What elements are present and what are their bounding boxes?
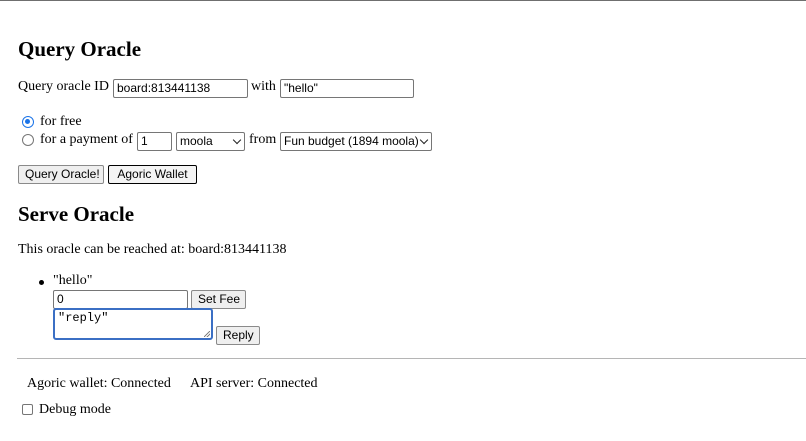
payment-label: for a payment of bbox=[40, 132, 133, 147]
reply-text: "reply" bbox=[58, 311, 109, 325]
from-label: from bbox=[249, 132, 277, 147]
free-label: for free bbox=[40, 114, 82, 129]
query-oracle-heading: Query Oracle bbox=[18, 37, 142, 61]
set-fee-button[interactable]: Set Fee bbox=[191, 290, 246, 309]
serve-oracle-heading: Serve Oracle bbox=[18, 202, 135, 226]
reach-text: This oracle can be reached at: board:813… bbox=[18, 242, 287, 257]
brand-select-value: moola bbox=[180, 134, 213, 148]
reply-textarea[interactable]: "reply" bbox=[53, 308, 213, 340]
api-status: API server: Connected bbox=[190, 376, 318, 391]
purse-select-value: Fun budget (1894 moola) bbox=[284, 134, 419, 148]
request-query-text: "hello" bbox=[53, 273, 93, 288]
fee-input[interactable]: 0 bbox=[53, 290, 188, 309]
amount-input[interactable]: 1 bbox=[137, 132, 172, 151]
reply-button[interactable]: Reply bbox=[216, 326, 260, 345]
divider bbox=[17, 358, 806, 359]
query-input[interactable]: "hello" bbox=[280, 79, 414, 98]
free-radio[interactable] bbox=[22, 116, 34, 128]
list-bullet bbox=[39, 280, 44, 285]
wallet-status: Agoric wallet: Connected bbox=[27, 376, 171, 391]
with-label: with bbox=[251, 79, 276, 94]
debug-checkbox[interactable] bbox=[22, 404, 33, 415]
query-oracle-button[interactable]: Query Oracle! bbox=[18, 165, 104, 184]
agoric-wallet-button[interactable]: Agoric Wallet bbox=[108, 165, 197, 184]
resize-grip-icon[interactable] bbox=[204, 331, 210, 337]
brand-select[interactable]: moola bbox=[176, 132, 245, 151]
payment-radio[interactable] bbox=[22, 134, 34, 146]
window-top-border bbox=[0, 0, 806, 1]
debug-label: Debug mode bbox=[39, 402, 111, 417]
purse-select[interactable]: Fun budget (1894 moola) bbox=[280, 132, 432, 151]
oracle-id-label: Query oracle ID bbox=[18, 79, 109, 94]
oracle-id-input[interactable]: board:813441138 bbox=[113, 79, 248, 98]
